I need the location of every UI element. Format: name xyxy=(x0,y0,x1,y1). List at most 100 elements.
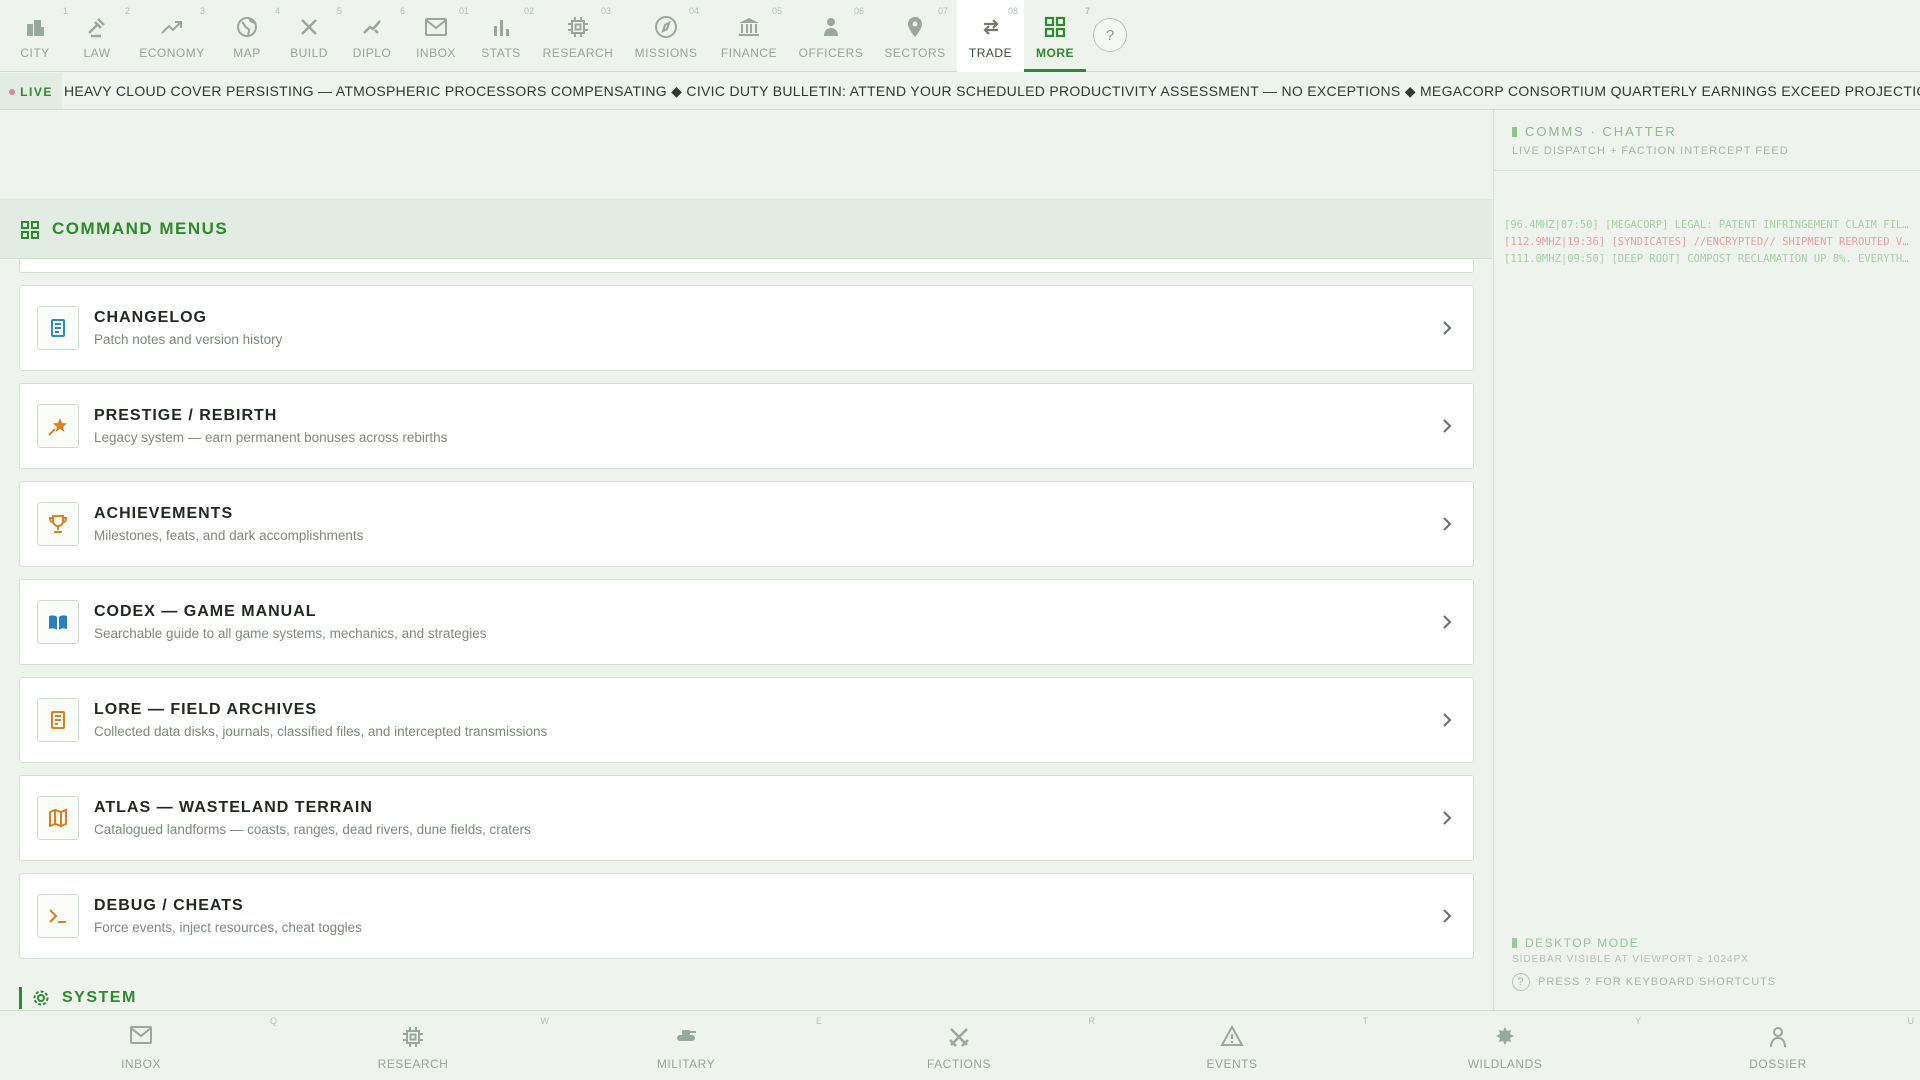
nav-label: ECONOMY xyxy=(139,46,205,60)
person-outline-icon xyxy=(1642,1025,1914,1049)
leaf-icon xyxy=(1369,1025,1641,1047)
nav-label: TRADE xyxy=(968,46,1013,60)
menu-title: CHANGELOG xyxy=(94,309,207,326)
menu-description: Milestones, feats, and dark accomplishme… xyxy=(94,528,364,543)
news-ticker: LIVE HEAVY CLOUD COVER PERSISTING — ATMO… xyxy=(0,73,1920,110)
map-icon xyxy=(37,796,79,840)
section-accent-bar xyxy=(19,987,22,1009)
map-pin-icon xyxy=(876,12,954,42)
menu-card-codex[interactable]: CODEX — GAME MANUAL Searchable guide to … xyxy=(19,579,1474,665)
menu-card-prestige[interactable]: PRESTIGE / REBIRTH Legacy system — earn … xyxy=(19,383,1474,469)
nav-label: FINANCE xyxy=(720,46,778,60)
top-navigation: 1 CITY 2 LAW 3 ECONOMY 4 MAP 5 BUILD 6 D… xyxy=(0,0,1920,72)
gavel-icon xyxy=(58,12,136,42)
bar-chart-icon xyxy=(462,12,540,42)
bottom-nav-military[interactable]: E MILITARY xyxy=(550,1011,822,1080)
section-title: SYSTEM xyxy=(62,989,137,1006)
nav-sectors[interactable]: 07 SECTORS xyxy=(876,0,954,72)
grid-icon xyxy=(20,220,40,245)
person-icon xyxy=(792,12,870,42)
main-content: COMMAND MENUS CHANGELOG Patch notes and … xyxy=(0,110,1492,1010)
tank-icon xyxy=(550,1025,822,1045)
mail-icon xyxy=(5,1025,277,1045)
nav-label: OFFICERS xyxy=(798,46,864,60)
shortcut-hint-text: PRESS ? FOR KEYBOARD SHORTCUTS xyxy=(1538,976,1777,988)
help-button[interactable]: ? xyxy=(1093,18,1127,52)
nav-label: FACTIONS xyxy=(926,1057,991,1071)
chip-icon xyxy=(539,12,617,42)
ticker-text: HEAVY CLOUD COVER PERSISTING — ATMOSPHER… xyxy=(64,83,1920,99)
feed-item: [111.0MHZ|09:50] [DEEP ROOT] COMPOST REC… xyxy=(1504,253,1909,265)
mode-hint: SIDEBAR VISIBLE AT VIEWPORT ≥ 1024PX xyxy=(1512,954,1749,965)
desktop-mode-label: DESKTOP MODE xyxy=(1512,936,1902,950)
live-badge: LIVE xyxy=(0,73,62,109)
section-title: COMMAND MENUS xyxy=(52,219,229,238)
menu-card-achievements[interactable]: ACHIEVEMENTS Milestones, feats, and dark… xyxy=(19,481,1474,567)
menu-card-atlas[interactable]: ATLAS — WASTELAND TERRAIN Catalogued lan… xyxy=(19,775,1474,861)
bottom-nav-factions[interactable]: R FACTIONS xyxy=(823,1011,1095,1080)
trending-up-icon xyxy=(133,12,211,42)
menu-description: Collected data disks, journals, classifi… xyxy=(94,724,548,739)
menu-title: PRESTIGE / REBIRTH xyxy=(94,407,278,424)
menu-description: Legacy system — earn permanent bonuses a… xyxy=(94,430,448,445)
mode-title: DESKTOP MODE xyxy=(1525,936,1640,950)
comms-sidebar: COMMS · CHATTER LIVE DISPATCH + FACTION … xyxy=(1493,110,1920,1010)
nav-label: DOSSIER xyxy=(1749,1057,1807,1071)
nav-label: LAW xyxy=(83,46,111,60)
warning-icon xyxy=(1096,1025,1368,1047)
nav-label: MORE xyxy=(1036,46,1074,60)
menu-description: Force events, inject resources, cheat to… xyxy=(94,920,362,935)
command-menus-header: COMMAND MENUS xyxy=(0,199,1492,259)
crossed-swords-icon xyxy=(823,1025,1095,1049)
help-circle-icon: ? xyxy=(1512,973,1530,991)
chevron-right-icon xyxy=(1441,711,1453,734)
sidebar-footer: DESKTOP MODE SIDEBAR VISIBLE AT VIEWPORT… xyxy=(1512,936,1902,991)
menu-title: ACHIEVEMENTS xyxy=(94,505,234,522)
nav-law[interactable]: 2 LAW xyxy=(58,0,136,72)
bottom-nav-research[interactable]: W RESEARCH xyxy=(277,1011,549,1080)
nav-stats[interactable]: 02 STATS xyxy=(462,0,540,72)
menu-card-partial[interactable] xyxy=(19,259,1474,273)
scroll-icon xyxy=(37,306,79,350)
nav-label: MISSIONS xyxy=(634,46,698,60)
document-icon xyxy=(37,698,79,742)
bottom-nav-wildlands[interactable]: Y WILDLANDS xyxy=(1369,1011,1641,1080)
menu-title: CODEX — GAME MANUAL xyxy=(94,603,317,620)
sidebar-header: COMMS · CHATTER LIVE DISPATCH + FACTION … xyxy=(1512,124,1789,157)
shortcut-hint[interactable]: ? PRESS ? FOR KEYBOARD SHORTCUTS xyxy=(1512,973,1902,991)
feed-item: [96.4MHZ|07:50] [MEGACORP] LEGAL: PATENT… xyxy=(1504,219,1909,231)
menu-card-debug[interactable]: DEBUG / CHEATS Force events, inject reso… xyxy=(19,873,1474,959)
menu-title: LORE — FIELD ARCHIVES xyxy=(94,701,318,718)
nav-missions[interactable]: 04 MISSIONS xyxy=(627,0,705,72)
menu-title: DEBUG / CHEATS xyxy=(94,897,244,914)
sidebar-title: COMMS · CHATTER xyxy=(1512,124,1789,139)
bottom-navigation: Q INBOX W RESEARCH E MILITARY R FACTIONS… xyxy=(0,1010,1920,1080)
menu-card-lore[interactable]: LORE — FIELD ARCHIVES Collected data dis… xyxy=(19,677,1474,763)
star-burst-icon xyxy=(37,404,79,448)
nav-trade[interactable]: 08 TRADE xyxy=(957,0,1024,72)
bottom-nav-inbox[interactable]: Q INBOX xyxy=(5,1011,277,1080)
nav-officers[interactable]: 06 OFFICERS xyxy=(792,0,870,72)
live-dot-icon xyxy=(9,88,16,95)
bottom-nav-events[interactable]: T EVENTS xyxy=(1096,1011,1368,1080)
compass-icon xyxy=(627,12,705,42)
chip-icon xyxy=(277,1025,549,1049)
bank-icon xyxy=(710,12,788,42)
feed-item: [112.9MHZ|19:36] [SYNDICATES] //ENCRYPTE… xyxy=(1504,236,1909,248)
nav-finance[interactable]: 05 FINANCE xyxy=(710,0,788,72)
menu-description: Catalogued landforms — coasts, ranges, d… xyxy=(94,822,531,837)
nav-label: INBOX xyxy=(121,1057,161,1071)
marker-icon xyxy=(1512,126,1517,137)
nav-label: STATS xyxy=(481,46,521,60)
swap-arrows-icon xyxy=(957,12,1024,42)
marker-icon xyxy=(1512,938,1517,948)
nav-research[interactable]: 03 RESEARCH xyxy=(539,0,617,72)
nav-more[interactable]: 7 MORE xyxy=(1024,0,1090,72)
trophy-icon xyxy=(37,502,79,546)
bottom-nav-dossier[interactable]: U DOSSIER xyxy=(1642,1011,1914,1080)
chatter-feed: [96.4MHZ|07:50] [MEGACORP] LEGAL: PATENT… xyxy=(1504,217,1909,268)
nav-label: WILDLANDS xyxy=(1467,1057,1543,1071)
nav-economy[interactable]: 3 ECONOMY xyxy=(133,0,211,72)
menu-title: ATLAS — WASTELAND TERRAIN xyxy=(94,799,373,816)
menu-card-changelog[interactable]: CHANGELOG Patch notes and version histor… xyxy=(19,285,1474,371)
